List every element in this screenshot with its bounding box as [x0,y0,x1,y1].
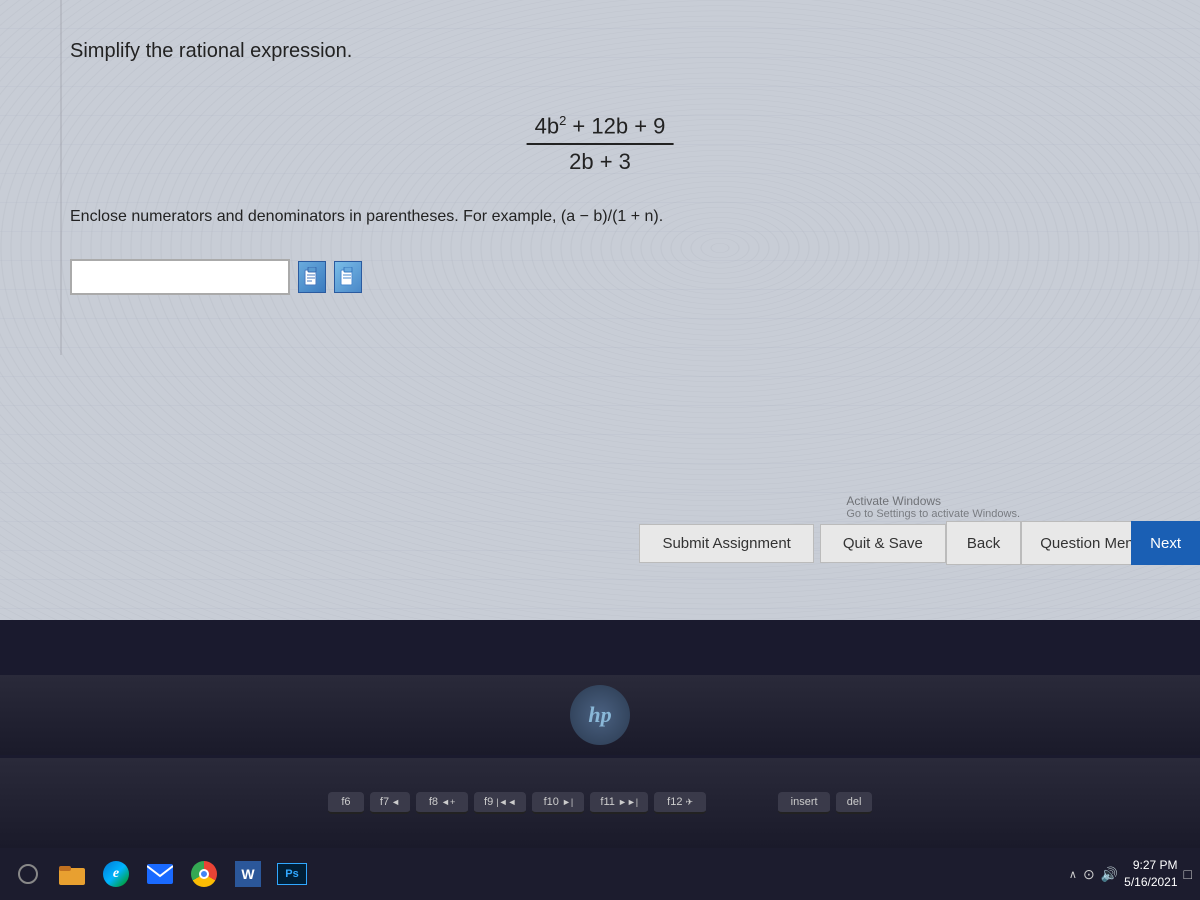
word-icon: W [235,861,261,887]
answer-row [70,259,1140,295]
laptop-body: hp [0,675,1200,755]
ps-icon: Ps [277,863,307,885]
hint-text: Enclose numerators and denominators in p… [70,205,1140,229]
key-f9[interactable]: f9 |◄◄ [474,792,526,814]
screen-content: Simplify the rational expression. 4b2 + … [0,0,1200,355]
key-f11[interactable]: f11 ►►| [590,792,648,814]
time-display[interactable]: 9:27 PM 5/16/2021 [1124,857,1177,891]
key-del[interactable]: del [836,792,872,814]
fraction-display: 4b2 + 12b + 9 2b + 3 [527,113,674,175]
taskbar-edge[interactable]: e [96,854,136,894]
quit-save-button[interactable]: Quit & Save [820,524,946,563]
screen: Simplify the rational expression. 4b2 + … [0,0,1200,620]
chrome-icon [191,861,217,887]
taskbar-file-explorer[interactable] [52,854,92,894]
taskbar-word[interactable]: W [228,854,268,894]
clock-time: 9:27 PM [1124,857,1177,874]
fraction: 4b2 + 12b + 9 2b + 3 [527,113,674,175]
network-icon[interactable]: ⊙ [1083,866,1095,883]
edge-icon: e [103,861,129,887]
key-insert[interactable]: insert [778,792,830,814]
system-tray: ∧ ⊙ 🔊 9:27 PM 5/16/2021 □ [1069,857,1192,891]
key-f10[interactable]: f10 ►| [532,792,584,814]
taskbar-mail[interactable] [140,854,180,894]
key-f8[interactable]: f8 ◄+ [416,792,468,814]
tray-expand[interactable]: ∧ [1069,868,1077,881]
activate-windows-text: Activate Windows Go to Settings to activ… [846,494,1020,520]
fraction-denominator: 2b + 3 [561,145,639,175]
key-f6[interactable]: f6 [328,792,364,814]
question-instruction: Simplify the rational expression. [70,40,1140,63]
key-f12[interactable]: f12 ✈ [654,792,706,814]
right-buttons: Back Question Menu ▲ Next [946,521,1180,565]
answer-input[interactable] [70,259,290,295]
taskbar-chrome[interactable] [184,854,224,894]
clock-date: 5/16/2021 [1124,874,1177,891]
keyboard-area: f6 f7 ◄ f8 ◄+ f9 |◄◄ f10 ►| f11 ►►| f12 … [0,758,1200,848]
key-f7[interactable]: f7 ◄ [370,792,410,814]
next-button[interactable]: Next [1131,521,1200,565]
back-button[interactable]: Back [946,521,1021,565]
paste-icon-2[interactable] [334,261,362,293]
center-buttons: Submit Assignment Quit & Save [639,524,945,563]
taskbar: e W Ps ∧ ⊙ 🔊 9:27 PM 5/16/2021 □ [0,848,1200,900]
paste-icon-1[interactable] [298,261,326,293]
fraction-numerator: 4b2 + 12b + 9 [527,113,674,145]
taskbar-search-button[interactable] [8,854,48,894]
volume-icon[interactable]: 🔊 [1101,866,1118,883]
taskbar-photoshop[interactable]: Ps [272,854,312,894]
submit-assignment-button[interactable]: Submit Assignment [639,524,813,563]
notification-icon[interactable]: □ [1184,866,1192,882]
hp-logo: hp [570,685,630,745]
action-bar: Submit Assignment Quit & Save Back Quest… [0,521,1200,565]
margin-line [60,0,62,355]
